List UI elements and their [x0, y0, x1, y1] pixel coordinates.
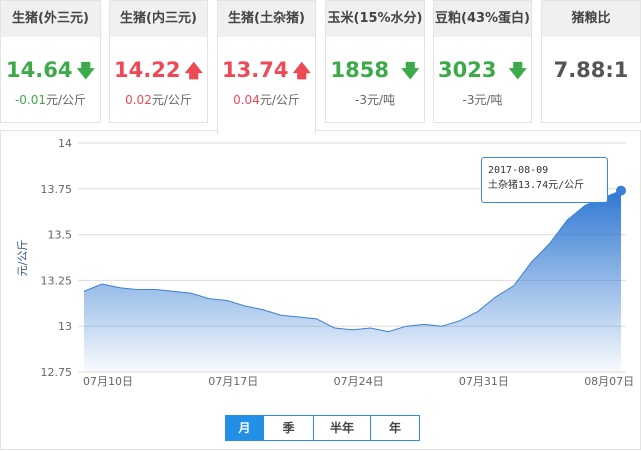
x-tick-label: 07月10日 — [83, 375, 133, 388]
y-tick-label: 13.5 — [48, 229, 73, 242]
y-tick-label: 12.75 — [41, 366, 73, 379]
range-selector: 月 季 半年 年 — [225, 415, 420, 441]
y-tick-label: 13.75 — [41, 183, 73, 196]
x-tick-label: 07月17日 — [208, 375, 258, 388]
y-axis-label: 元/公斤 — [16, 240, 29, 277]
range-quarter-button[interactable]: 季 — [263, 416, 313, 440]
range-halfyear-button[interactable]: 半年 — [313, 416, 370, 440]
range-year-button[interactable]: 年 — [370, 416, 419, 440]
y-tick-label: 14 — [58, 137, 72, 150]
tooltip-text: 土杂猪13.74元/公斤 — [488, 180, 585, 191]
x-tick-label: 08月07日 — [584, 375, 634, 388]
area-fill — [84, 190, 621, 372]
chart-tooltip: 2017-08-09 土杂猪13.74元/公斤 — [481, 157, 608, 203]
y-tick-label: 13 — [58, 320, 72, 333]
price-chart[interactable]: 12.75 13 13.25 13.5 13.75 14 07月10日 07月17日 07月24… — [0, 0, 641, 451]
data-point[interactable] — [616, 185, 626, 196]
x-tick-label: 07月24日 — [334, 375, 384, 388]
y-tick-label: 13.25 — [41, 274, 73, 287]
range-month-button[interactable]: 月 — [226, 416, 263, 440]
tooltip-date: 2017-08-09 — [488, 165, 549, 176]
x-tick-label: 07月31日 — [459, 375, 509, 388]
